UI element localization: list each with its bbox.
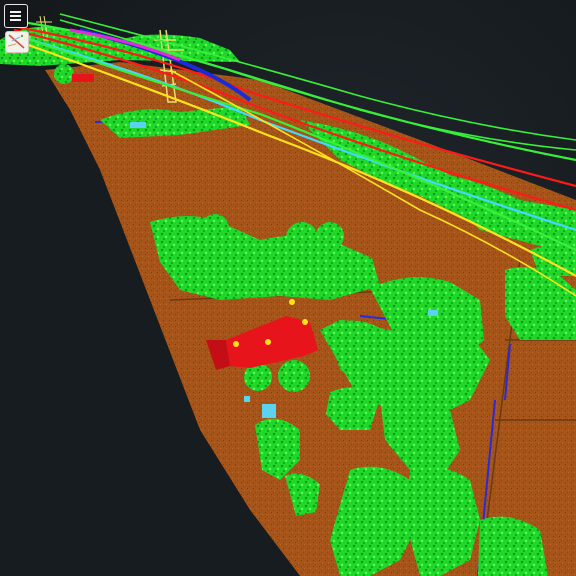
map-thumbnail-icon — [7, 34, 25, 49]
hamburger-line — [10, 19, 21, 21]
hamburger-menu-button[interactable] — [4, 4, 28, 28]
building-points-far — [72, 74, 94, 82]
point-cloud-viewer[interactable] — [0, 0, 576, 576]
lidar-point-cloud-scene[interactable] — [0, 0, 576, 576]
map-thumbnail-button[interactable] — [5, 31, 29, 53]
hamburger-line — [10, 15, 21, 17]
hamburger-line — [10, 11, 21, 13]
